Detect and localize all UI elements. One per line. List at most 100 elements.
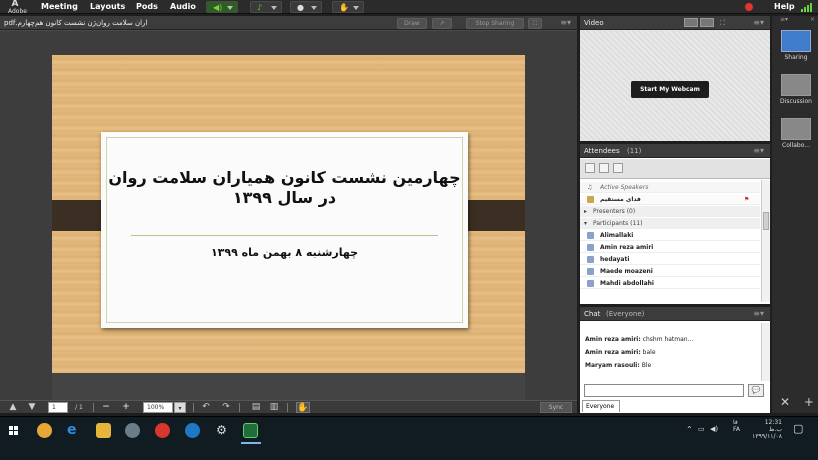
recording-indicator-icon (745, 3, 753, 11)
video-pod-title: Video (584, 19, 604, 27)
clock[interactable]: 12:31 ب.ظ ۱۳۹۹/۱۱/۰۸ (750, 419, 782, 440)
participant-row[interactable]: Maede moazeni (580, 266, 760, 277)
microphone-icon: ♪ (257, 3, 263, 12)
speaker-button[interactable]: ◀) (206, 1, 238, 13)
zoom-select[interactable]: 100% (143, 402, 173, 413)
stop-sharing-button[interactable]: Stop Sharing (466, 18, 524, 29)
presenters-section[interactable]: ▸ Presenters (0) (580, 206, 760, 217)
edge-chromium-icon[interactable] (185, 423, 200, 438)
attendees-pod-header: Attendees (11) ≡▾ (580, 144, 770, 158)
menu-help[interactable]: Help (774, 0, 795, 14)
chat-menu-icon[interactable]: ≡▾ (753, 307, 764, 321)
collapse-arrow-icon: ▾ (584, 220, 588, 227)
windows-start-icon[interactable] (9, 426, 19, 436)
participant-row[interactable]: Mahdi abdollahi (580, 278, 760, 289)
layout-sharing[interactable]: Sharing (776, 30, 816, 61)
slide-card: چهارمین نشست کانون همیاران سلامت روان در… (101, 132, 468, 328)
next-page-icon[interactable]: ▼ (27, 402, 37, 413)
language-indicator[interactable]: فا FA (733, 419, 740, 433)
slide-subtitle: چهارشنبه ۸ بهمن ماه ۱۳۹۹ (210, 246, 359, 259)
video-filmstrip-icon[interactable] (700, 18, 714, 27)
user-icon: ● (297, 3, 304, 12)
menu-pods[interactable]: Pods (136, 0, 158, 14)
start-webcam-button[interactable]: Start My Webcam (631, 81, 709, 98)
fit-width-icon[interactable]: ▥ (268, 402, 280, 413)
attendees-scrollbar[interactable] (761, 180, 770, 302)
share-pod-menu-icon[interactable]: ≡▾ (560, 16, 571, 30)
zoom-dropdown-icon[interactable]: ▾ (174, 402, 186, 413)
video-pod-header: Video ⛶ ≡▾ (580, 16, 770, 30)
adobe-logo: A Adobe (8, 0, 27, 15)
add-layout-icon[interactable]: + (804, 395, 814, 409)
chat-input[interactable] (584, 384, 744, 397)
volume-icon[interactable]: ◀) (710, 425, 718, 433)
rotate-right-icon[interactable]: ↷ (220, 402, 232, 413)
expand-arrow-icon: ▸ (584, 208, 588, 215)
media-icon[interactable] (125, 423, 140, 438)
layout-controls: ✕ + (780, 395, 814, 409)
signal-strength-icon (801, 3, 813, 12)
chat-title: Chat (584, 310, 601, 318)
menu-layouts[interactable]: Layouts (90, 0, 125, 14)
hand-tool-icon[interactable]: ✋ (296, 402, 310, 413)
file-explorer-icon[interactable] (96, 423, 111, 438)
microphone-button[interactable]: ♪ (250, 1, 282, 13)
zoom-in-icon[interactable]: + (120, 402, 132, 413)
rotate-left-icon[interactable]: ↶ (200, 402, 212, 413)
share-filename: اران سلامت روان‌ژن نشست کانون هم‌چهارم.p… (4, 19, 148, 27)
zoom-out-icon[interactable]: − (100, 402, 112, 413)
webcam-button[interactable]: ● (290, 1, 322, 13)
list-view-icon[interactable] (585, 163, 595, 173)
chat-scrollbar[interactable] (761, 323, 770, 381)
draw-button[interactable]: Draw (397, 18, 427, 29)
close-layouts-icon[interactable]: × (810, 16, 815, 23)
settings-gear-icon[interactable]: ⚙ (214, 423, 229, 438)
pointer-button[interactable]: ↗ (432, 18, 452, 29)
send-message-button[interactable]: 💬 (748, 384, 764, 397)
sort-icon[interactable] (613, 163, 623, 173)
menu-audio[interactable]: Audio (170, 0, 196, 14)
edge-icon[interactable]: e (67, 423, 82, 438)
video-area: Start My Webcam (580, 31, 770, 141)
participant-icon (587, 244, 594, 251)
chat-tab-everyone[interactable]: Everyone (582, 400, 620, 412)
close-icon[interactable]: ✕ (780, 395, 790, 409)
prev-page-icon[interactable]: ▲ (8, 402, 18, 413)
video-fullscreen-icon[interactable]: ⛶ (720, 16, 725, 30)
slide-title: چهارمین نشست کانون همیاران سلامت روان در… (101, 168, 468, 208)
fit-page-icon[interactable]: ▤ (250, 402, 262, 413)
adobe-connect-taskbar-icon[interactable] (243, 423, 258, 438)
firefox-icon[interactable] (37, 423, 52, 438)
speech-bubble-icon: 💬 (751, 386, 761, 394)
fullscreen-button[interactable]: ⛶ (528, 18, 542, 29)
slide-title-line2: در سال ۱۳۹۹ (232, 188, 337, 207)
host-icon (587, 196, 594, 203)
raise-hand-button[interactable]: ✋ (332, 1, 364, 13)
attendees-menu-icon[interactable]: ≡▾ (753, 144, 764, 158)
battery-icon: ▭ (698, 425, 705, 433)
speaker-icon: ♫ (587, 184, 593, 191)
page-number-input[interactable]: 1 (48, 402, 68, 413)
layout-collaboration[interactable]: Collabo... (776, 118, 816, 149)
chat-message: Amin reza amiri: chshm hatman... (585, 336, 694, 343)
video-grid-icon[interactable] (684, 18, 698, 27)
status-view-icon[interactable] (599, 163, 609, 173)
participant-row[interactable]: Alimallaki (580, 230, 760, 241)
chat-pod-header: Chat (Everyone) ≡▾ (580, 307, 770, 321)
layout-thumbnail (781, 74, 811, 96)
speaker-name: فدای مستقیم (600, 196, 641, 203)
menu-meeting[interactable]: Meeting (41, 0, 78, 14)
slide-title-line1: چهارمین نشست کانون همیاران سلامت روان (108, 168, 461, 187)
notifications-icon[interactable]: ▢ (793, 422, 803, 435)
share-pod: اران سلامت روان‌ژن نشست کانون هم‌چهارم.p… (0, 16, 577, 413)
sync-button[interactable]: Sync (540, 402, 572, 413)
participant-row[interactable]: Amin reza amiri (580, 242, 760, 253)
pointer-icon: ↗ (439, 20, 445, 27)
chrome-icon[interactable] (155, 423, 170, 438)
tray-up-icon[interactable]: ⌃ (686, 425, 693, 434)
video-pod-menu-icon[interactable]: ≡▾ (753, 16, 764, 30)
speaker-row[interactable]: فدای مستقیم ⚑ (580, 194, 760, 205)
layout-discussion[interactable]: Discussion (776, 74, 816, 105)
participant-row[interactable]: hedayati (580, 254, 760, 265)
participants-section[interactable]: ▾ Participants (11) (580, 218, 760, 229)
